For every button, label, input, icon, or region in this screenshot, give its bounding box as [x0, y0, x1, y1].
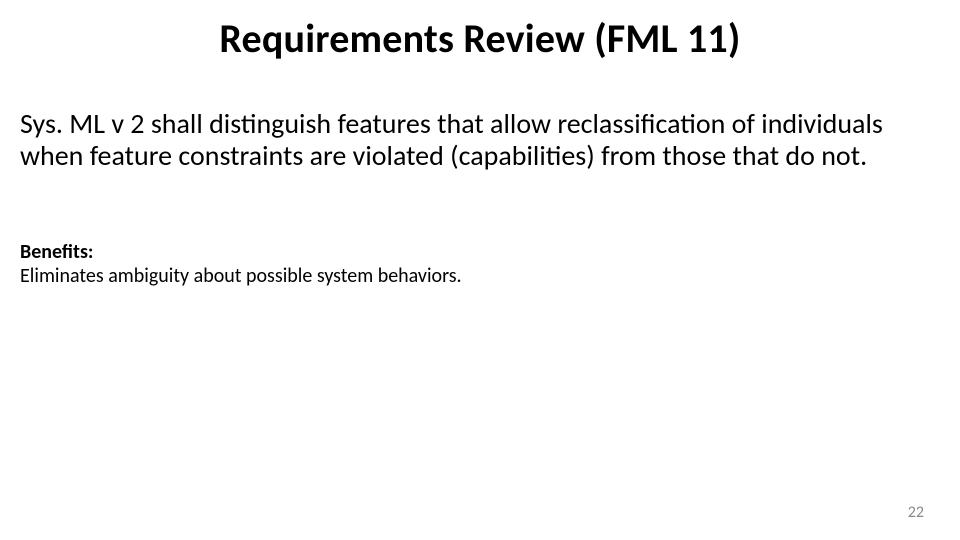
benefits-text: Eliminates ambiguity about possible syst… [20, 264, 940, 288]
benefits-label: Benefits: [20, 240, 93, 264]
benefits-block: Benefits: Eliminates ambiguity about pos… [20, 240, 940, 288]
slide: Requirements Review (FML 11) Sys. ML v 2… [0, 0, 960, 540]
slide-title: Requirements Review (FML 11) [0, 14, 960, 63]
page-number: 22 [908, 503, 924, 522]
slide-body-text: Sys. ML v 2 shall distinguish features t… [20, 108, 940, 172]
